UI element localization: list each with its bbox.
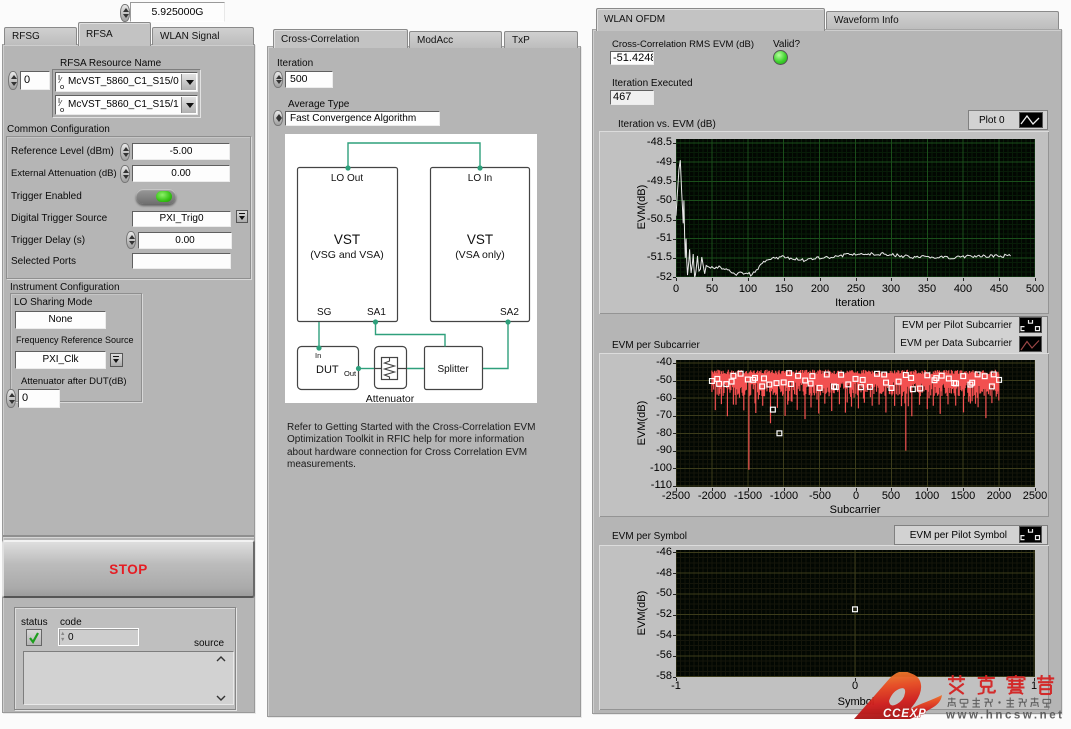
svg-text:DUT: DUT (316, 364, 339, 376)
svg-text:Out: Out (344, 369, 357, 378)
svg-text:SA1: SA1 (367, 307, 386, 318)
svg-text:LO In: LO In (468, 173, 492, 184)
svg-text:VST: VST (467, 232, 493, 247)
svg-text:Attenuator: Attenuator (366, 393, 415, 403)
svg-text:SA2: SA2 (500, 307, 519, 318)
svg-text:LO Out: LO Out (331, 173, 363, 184)
svg-text:(VSG and VSA): (VSG and VSA) (310, 249, 384, 261)
svg-text:(VSA only): (VSA only) (455, 249, 505, 261)
svg-text:SG: SG (317, 307, 332, 318)
svg-text:Splitter: Splitter (437, 364, 469, 375)
svg-text:www.hncsw.net: www.hncsw.net (945, 710, 1065, 722)
svg-text:VST: VST (334, 232, 360, 247)
svg-text:In: In (315, 351, 321, 360)
svg-text:CCEXP: CCEXP (883, 708, 927, 720)
